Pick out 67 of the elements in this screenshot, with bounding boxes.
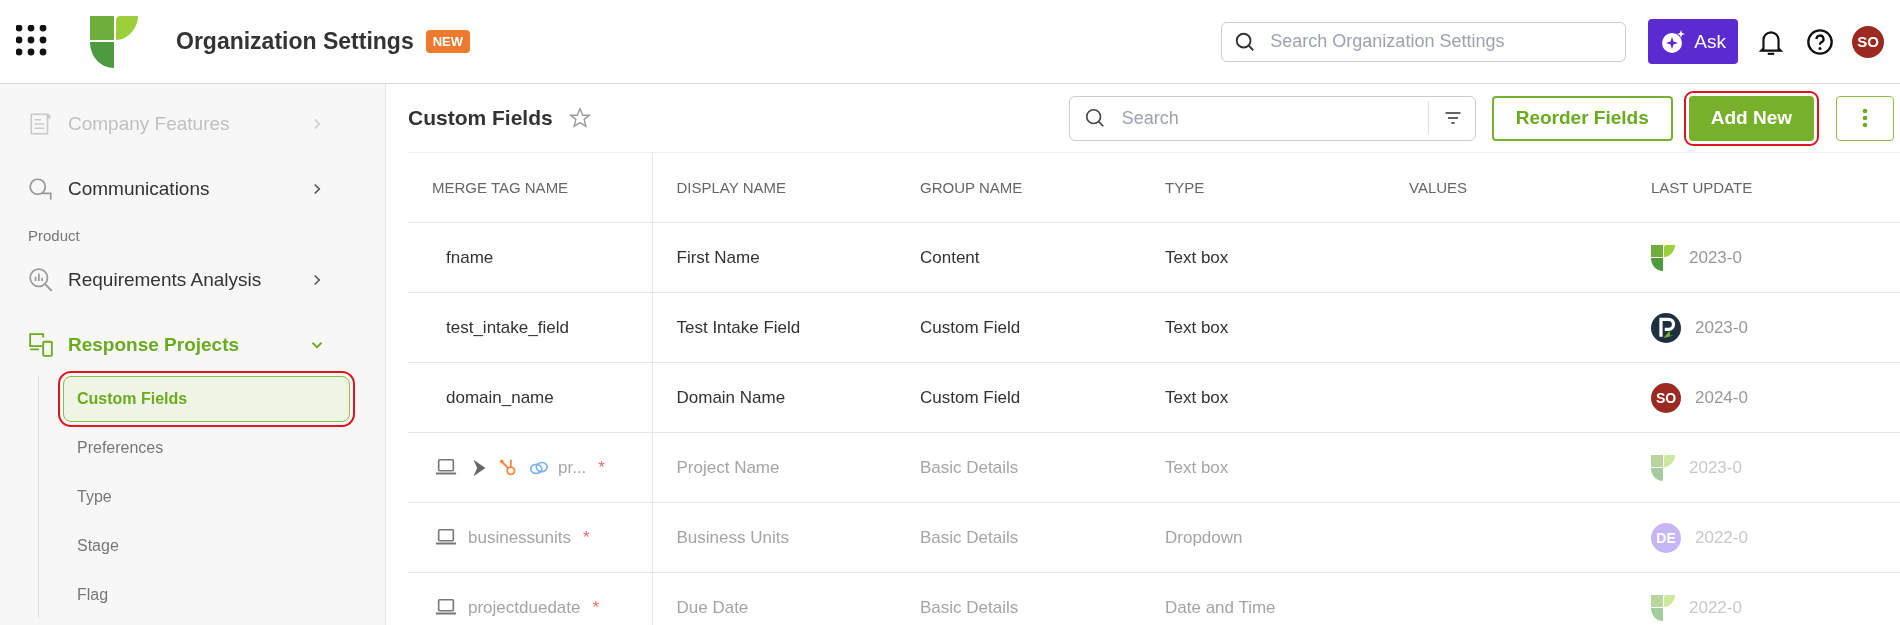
user-avatar[interactable]: SO — [1852, 25, 1884, 58]
field-type: Date and Time — [1165, 597, 1276, 617]
new-badge: NEW — [425, 30, 471, 53]
menu-item-icon — [28, 267, 54, 293]
merge-tag-name: domain_name — [446, 387, 554, 408]
required-mark: * — [598, 457, 605, 478]
display-name: First Name — [676, 247, 760, 267]
group-name: Custom Field — [920, 387, 1021, 407]
display-name: Test Intake Field — [676, 317, 801, 337]
search-field[interactable]: Search Organization Settings — [1221, 21, 1627, 62]
column-header[interactable]: VALUES — [1385, 153, 1627, 223]
updated-date: 2023-0 — [1689, 247, 1742, 268]
submenu-item[interactable]: Flag — [63, 572, 350, 618]
merge-tag-name: test_intake_field — [446, 317, 569, 338]
merge-tag-name: pr... — [558, 457, 587, 478]
column-header[interactable]: DISPLAY NAME — [652, 153, 896, 223]
submenu-item[interactable]: Type — [63, 474, 350, 520]
page-title: Organization Settings — [176, 28, 414, 55]
menu-item-icon — [28, 176, 54, 202]
menu-item-icon — [28, 332, 54, 358]
updated-date: 2024-0 — [1695, 387, 1748, 408]
column-header[interactable]: MERGE TAG NAME — [408, 153, 652, 223]
merge-tag-name: projectduedate — [468, 597, 581, 618]
group-name: Basic Details — [920, 597, 1019, 617]
submenu-item[interactable]: Stage — [63, 523, 350, 569]
field-type: Text box — [1165, 457, 1229, 477]
field-type: Text box — [1165, 387, 1229, 407]
group-name: Content — [920, 247, 980, 267]
kebab-icon — [1862, 108, 1868, 128]
column-header[interactable]: TYPE — [1141, 153, 1385, 223]
group-name: Custom Field — [920, 317, 1021, 337]
field-type: Dropdown — [1165, 527, 1243, 547]
updated-date: 2023-0 — [1695, 317, 1748, 338]
required-mark: * — [592, 597, 600, 618]
sparkle-icon — [1660, 28, 1687, 55]
help-icon[interactable] — [1806, 27, 1834, 56]
field-type: Text box — [1165, 247, 1229, 267]
section-title: Custom Fields — [408, 106, 553, 130]
leaf-logo-icon — [1651, 244, 1675, 271]
sidebar-item[interactable]: Communications — [28, 165, 346, 213]
ask-button[interactable]: Ask — [1648, 19, 1738, 64]
leaf-logo-icon — [1651, 594, 1675, 621]
column-header[interactable]: LAST UPDATE — [1627, 153, 1900, 223]
merge-tag-name: fname — [446, 247, 494, 268]
user-avatar: DE — [1651, 522, 1681, 553]
field-type: Text box — [1165, 317, 1229, 337]
display-name: Project Name — [676, 457, 780, 477]
display-name: Domain Name — [676, 387, 786, 407]
display-name: Business Units — [676, 527, 789, 547]
section-label: Product — [28, 227, 81, 244]
logo-icon — [90, 15, 138, 68]
required-mark: * — [583, 527, 590, 548]
submenu-item[interactable]: Preferences — [63, 425, 350, 471]
group-name: Basic Details — [920, 527, 1019, 547]
leaf-logo-icon — [1651, 454, 1675, 481]
group-name: Basic Details — [920, 457, 1019, 477]
search-icon — [1234, 30, 1257, 53]
column-header[interactable]: GROUP NAME — [896, 153, 1141, 223]
sidebar-item[interactable]: Requirements Analysis — [28, 256, 346, 304]
user-avatar: SO — [1651, 382, 1681, 413]
menu-item-icon — [28, 111, 54, 137]
search-field[interactable]: Search — [1068, 95, 1476, 141]
search-icon — [1083, 107, 1106, 129]
merge-tag-name: businessunits — [468, 527, 571, 548]
star-icon[interactable] — [568, 107, 591, 129]
round-logo-icon — [1651, 312, 1681, 343]
display-name: Due Date — [676, 597, 749, 617]
